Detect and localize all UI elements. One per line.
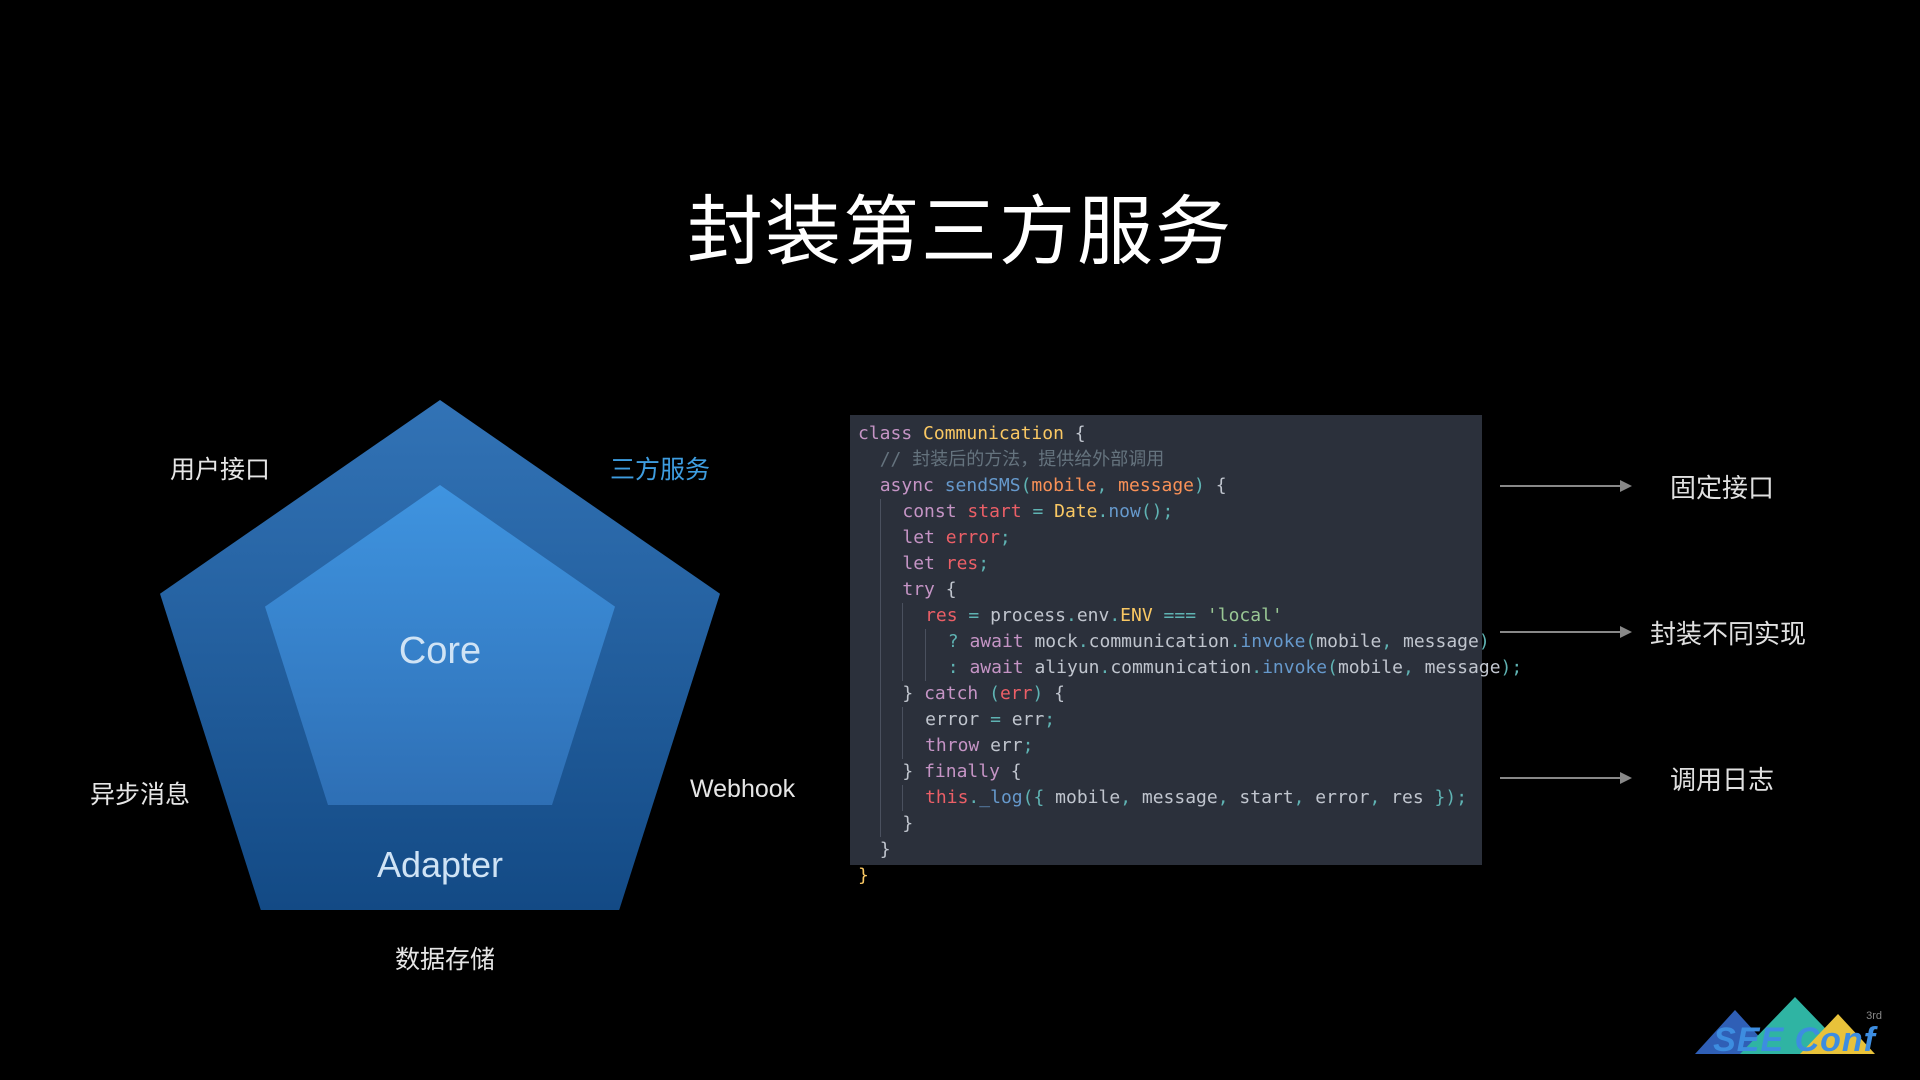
k-start: start	[1239, 787, 1293, 808]
op-eq: ===	[1164, 605, 1197, 626]
fn-invoke2: invoke	[1262, 657, 1327, 678]
k-error: error	[1315, 787, 1369, 808]
arg-message: message	[1403, 631, 1479, 652]
core-label: Core	[120, 630, 760, 673]
kw-async: async	[880, 475, 934, 496]
Date: Date	[1054, 501, 1097, 522]
label-data-storage: 数据存储	[395, 940, 495, 976]
logo-text: SEE Conf	[1713, 1021, 1876, 1060]
arg-mobile: mobile	[1316, 631, 1381, 652]
label-third-party-service: 三方服务	[610, 450, 710, 486]
fn-now: now	[1108, 501, 1141, 522]
str-local: 'local'	[1207, 605, 1283, 626]
var-start: start	[967, 501, 1021, 522]
communication: communication	[1089, 631, 1230, 652]
var-res: res	[946, 553, 979, 574]
annotation-wrap-implementations: 封装不同实现	[1650, 614, 1806, 651]
ENV: ENV	[1120, 605, 1153, 626]
aliyun: aliyun	[1034, 657, 1099, 678]
err: err	[1012, 709, 1045, 730]
err2: err	[990, 735, 1023, 756]
var-error2: error	[925, 709, 979, 730]
kw-class: class	[858, 423, 912, 444]
kw-try: try	[902, 579, 935, 600]
k-mobile: mobile	[1055, 787, 1120, 808]
kw-let: let	[902, 553, 935, 574]
var-res2: res	[925, 605, 958, 626]
class-name: Communication	[923, 423, 1064, 444]
conference-logo: 3rd SEE Conf	[1670, 992, 1890, 1062]
k-message: message	[1142, 787, 1218, 808]
arg-message2: message	[1425, 657, 1501, 678]
process: process	[990, 605, 1066, 626]
arrow-icon	[1500, 485, 1630, 487]
kw-await2: await	[969, 657, 1023, 678]
param-message: message	[1118, 475, 1194, 496]
adapter-label: Adapter	[120, 844, 760, 886]
annotation-fixed-interface: 固定接口	[1670, 468, 1774, 505]
fn-invoke: invoke	[1240, 631, 1305, 652]
label-user-interface: 用户接口	[170, 450, 270, 486]
kw-const: const	[902, 501, 956, 522]
fn-sendSMS: sendSMS	[945, 475, 1021, 496]
comment: // 封装后的方法，提供给外部调用	[880, 449, 1165, 470]
param-mobile: mobile	[1031, 475, 1096, 496]
param-err: err	[1000, 683, 1033, 704]
mock: mock	[1034, 631, 1077, 652]
arg-mobile2: mobile	[1338, 657, 1403, 678]
label-webhook: Webhook	[690, 775, 795, 804]
architecture-diagram: Core Adapter 用户接口 三方服务 异步消息 Webhook 数据存储	[120, 380, 760, 1020]
kw-throw: throw	[925, 735, 979, 756]
code-block: class Communication { // 封装后的方法，提供给外部调用 …	[850, 415, 1482, 865]
fn-log: _log	[979, 787, 1022, 808]
slide-title: 封装第三方服务	[0, 170, 1920, 280]
kw-catch: catch	[924, 683, 978, 704]
arrow-icon	[1500, 631, 1630, 633]
kw-finally: finally	[924, 761, 1000, 782]
k-res: res	[1391, 787, 1424, 808]
annotation-call-log: 调用日志	[1670, 760, 1774, 797]
var-error: error	[946, 527, 1000, 548]
arrow-icon	[1500, 777, 1630, 779]
kw-let: let	[902, 527, 935, 548]
label-async-message: 异步消息	[90, 775, 190, 811]
this: this	[925, 787, 968, 808]
kw-await: await	[969, 631, 1023, 652]
communication2: communication	[1110, 657, 1251, 678]
env: env	[1077, 605, 1110, 626]
